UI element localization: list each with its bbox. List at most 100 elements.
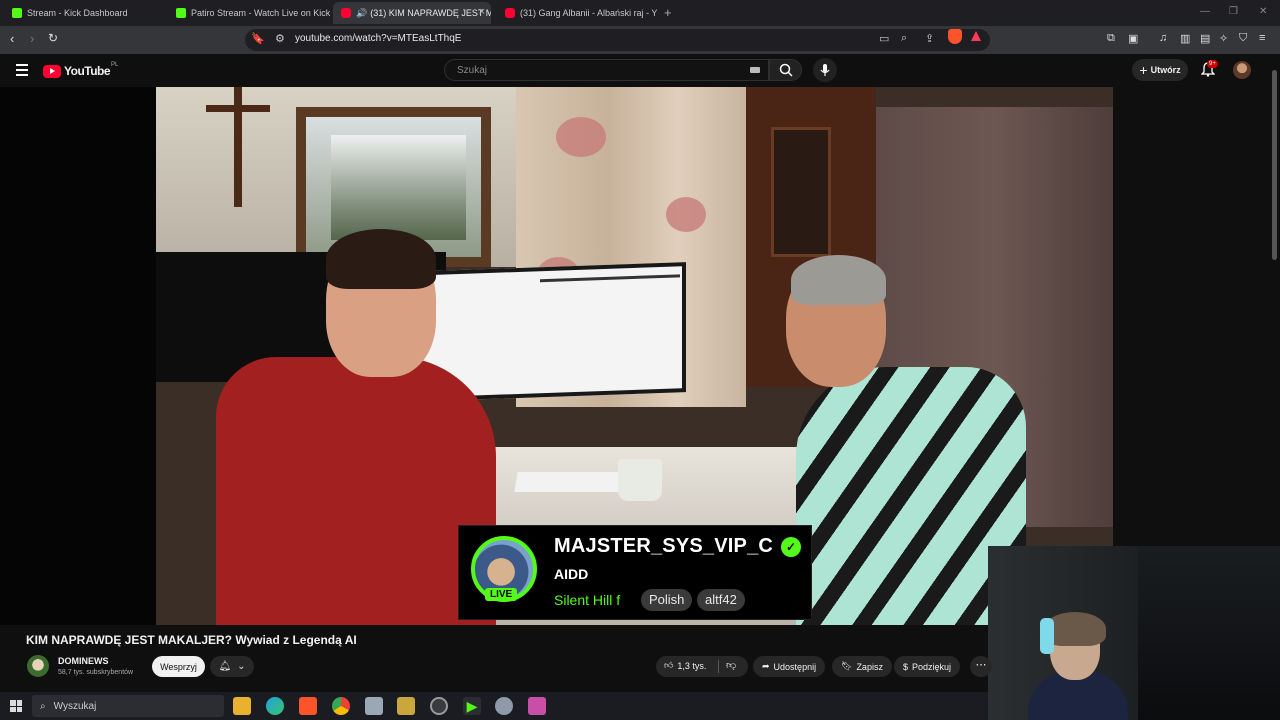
youtube-icon [505,8,515,18]
sidebar-icon[interactable]: ▥ [1180,32,1190,45]
notification-badge: 9+ [1207,60,1218,68]
window-close-icon[interactable]: ✕ [1259,6,1267,17]
search-input[interactable] [455,64,735,77]
account-avatar[interactable] [1233,61,1251,79]
verified-icon: ✓ [781,537,801,557]
search-icon: ⌕ [40,700,46,712]
webcam-feed [988,546,1280,720]
stream-game: Silent Hill f [554,592,621,608]
browser-toolbar: ‹ › ↻ 🔖 ⚙ youtube.com/watch?v=MTEasLtThq… [0,26,1280,54]
tab-title: (31) Gang Albanii - Albański raj - You [520,8,657,18]
microphone-icon [820,64,830,76]
plus-icon: + [1139,62,1148,78]
new-tab-icon[interactable]: + [664,5,672,20]
windows-taskbar: ⌕ Wyszukaj ▶ [0,692,988,720]
video-scene-mug [618,459,662,501]
stream-subtitle: AIDD [554,566,589,582]
channel-avatar[interactable] [27,655,49,677]
taskbar-search[interactable]: ⌕ Wyszukaj [32,695,224,717]
back-icon[interactable]: ‹ [10,31,14,46]
speaker-icon: 🔊 [356,7,368,18]
leo-ai-icon[interactable]: ✧ [1219,32,1228,45]
forward-icon[interactable]: › [30,31,34,46]
tab-kick-dashboard[interactable]: Stream - Kick Dashboard [4,2,164,24]
reload-icon[interactable]: ↻ [48,31,58,45]
like-button[interactable]: 👍︎ 1,3 tys. [664,660,706,671]
vpn-icon[interactable]: ⛉ [1239,32,1247,45]
tab-title: (31) KIM NAPRAWDĘ JEST MA [370,8,491,18]
kick-icon [12,8,22,18]
thanks-icon: $ [903,661,909,672]
tab-active-video[interactable]: 🔊 (31) KIM NAPRAWDĘ JEST MA × [333,2,491,24]
search-button[interactable] [769,59,802,81]
wallet-icon[interactable]: ▤ [1200,32,1210,45]
address-bar[interactable]: 🔖 ⚙ youtube.com/watch?v=MTEasLtThqE ▭ ⌕ … [245,29,990,51]
cabinet-glass [771,127,831,257]
share-arrow-icon: ➦ [762,661,770,671]
curtain-flower [556,117,606,157]
extensions-icon[interactable]: ⧉ [1107,32,1115,45]
media-icon[interactable]: ♫ [1159,32,1167,44]
app-icon[interactable] [365,697,383,715]
tab-title: Patiro Stream - Watch Live on Kick [191,8,330,18]
obs-icon[interactable] [430,697,448,715]
cast-icon[interactable]: ▭ [879,32,889,45]
chevron-down-icon: ⌄ [237,661,246,672]
edge-icon[interactable] [266,697,284,715]
youtube-icon [341,8,351,18]
bookmark-icon[interactable]: 🔖 [251,32,265,45]
youtube-wordmark: YouTube [64,64,111,78]
page-scrollbar[interactable] [1270,60,1278,690]
thanks-button[interactable]: $ Podziękuj [894,656,961,677]
create-label: Utwórz [1150,65,1181,75]
like-divider [718,660,719,673]
chrome-icon[interactable] [332,697,350,715]
streamer-overlay: LIVE MAJSTER_SYS_VIP_C ✓ AIDD Silent Hil… [458,525,812,620]
youtube-logo[interactable]: YouTube PL [43,62,119,78]
support-button[interactable]: Wesprzyj [152,656,205,677]
windows-start-icon[interactable] [10,700,22,712]
app-chat-icon[interactable] [528,697,546,715]
zoom-icon[interactable]: ⌕ [901,32,907,45]
channel-name[interactable]: DOMINEWS [58,656,109,666]
search-box[interactable] [444,59,769,81]
painting-inner [331,135,466,240]
scrollbar-thumb[interactable] [1272,70,1277,260]
share-icon[interactable]: ⇪ [925,32,934,45]
video-title: KIM NAPRAWDĘ JEST MAKALJER? Wywiad z Leg… [26,633,357,647]
more-actions-icon[interactable]: ⋯ [970,656,992,677]
close-tab-icon[interactable]: × [479,6,485,18]
file-explorer-icon[interactable] [233,697,251,715]
brave-rewards-icon[interactable] [971,31,981,41]
kick-studio-icon[interactable]: ▶ [463,697,481,715]
minecraft-icon[interactable] [397,697,415,715]
brave-icon[interactable] [299,697,317,715]
voice-search-button[interactable] [813,58,837,82]
search-icon [779,63,793,77]
country-code: PL [111,62,119,68]
maximize-icon[interactable]: ❐ [1229,6,1238,17]
tab-patiro-stream[interactable]: Patiro Stream - Watch Live on Kick [168,2,330,24]
curtain-flower [666,197,706,232]
tab-gang-albanii[interactable]: (31) Gang Albanii - Albański raj - You [497,2,657,24]
subscriber-count: 58,7 tys. subskrybentów [58,669,134,676]
hamburger-menu-icon[interactable] [16,64,28,79]
brave-shield-icon[interactable] [948,29,962,44]
kick-icon [176,8,186,18]
minimize-icon[interactable]: — [1200,6,1210,17]
dislike-button[interactable]: 👎︎ [726,659,736,671]
monitor-bar [540,274,680,283]
create-button[interactable]: + Utwórz [1132,59,1188,81]
app-gear-icon[interactable] [495,697,513,715]
video-scene-crucifix-bar [206,105,270,112]
menu-icon[interactable]: ≡ [1259,32,1265,44]
tab-search-icon[interactable]: ▣ [1128,32,1138,45]
live-badge: LIVE [485,588,518,601]
keyboard-icon[interactable] [750,67,760,73]
stream-tag: Polish [641,589,693,611]
subscription-bell-button[interactable]: 🔔︎ ⌄ [210,656,254,677]
save-button[interactable]: 🔖︎ Zapisz [832,656,892,677]
site-info-icon[interactable]: ⚙ [275,32,285,45]
share-button[interactable]: ➦ Udostępnij [753,656,826,677]
url-text[interactable]: youtube.com/watch?v=MTEasLtThqE [295,33,461,44]
